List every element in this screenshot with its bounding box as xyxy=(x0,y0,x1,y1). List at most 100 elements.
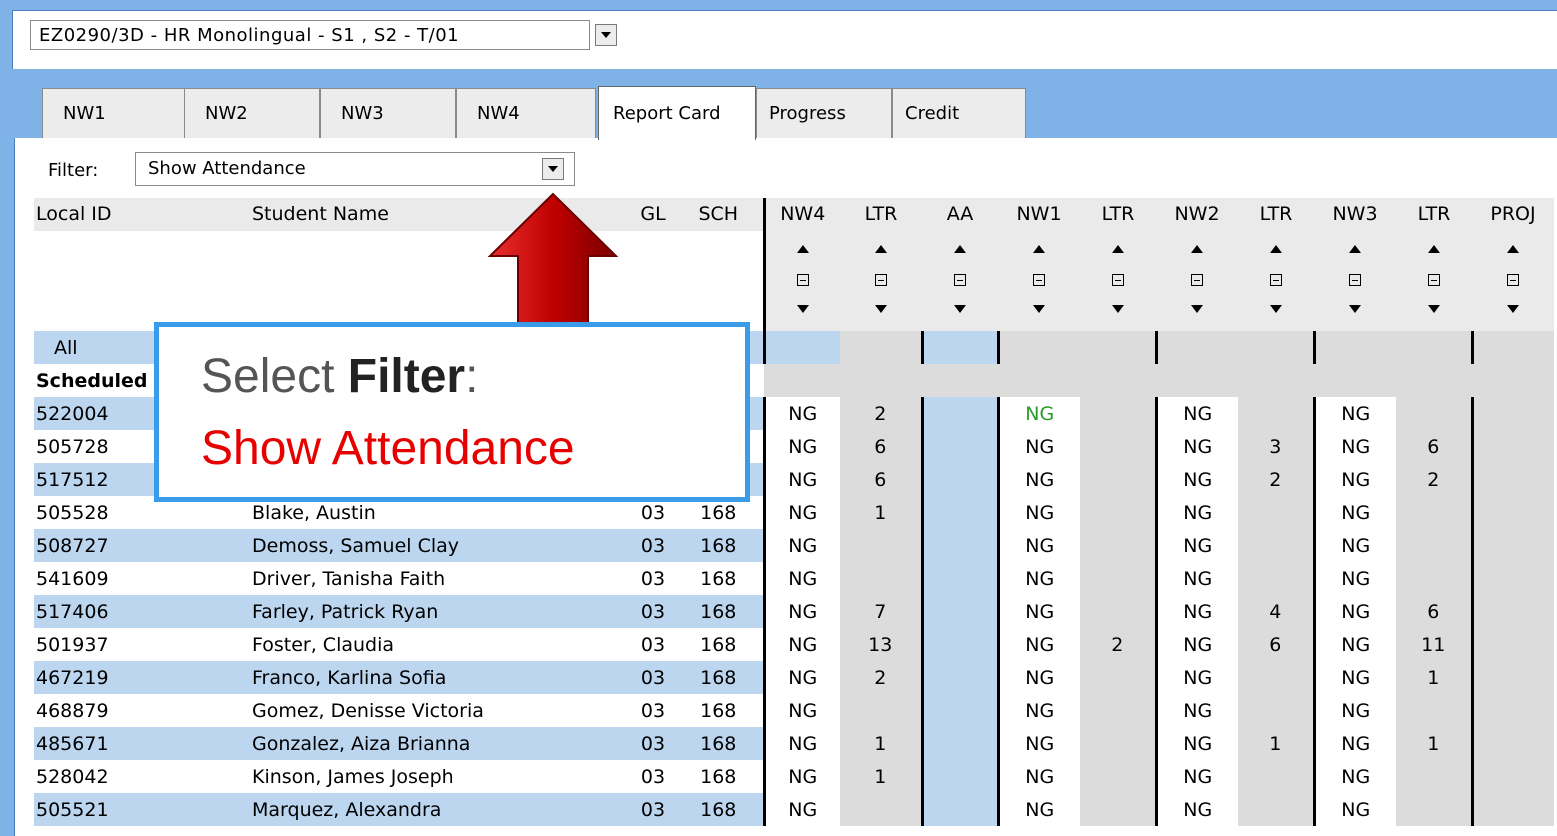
nw2-cell[interactable]: NG xyxy=(1154,496,1238,529)
ltr-cell[interactable]: 1 xyxy=(840,727,922,760)
ltr-cell[interactable]: 6 xyxy=(840,430,922,463)
nw4-cell[interactable]: NG xyxy=(762,397,840,430)
nw3-cell[interactable]: NG xyxy=(1312,694,1396,727)
ltr-cell[interactable]: 11 xyxy=(1396,628,1472,661)
header-ltr[interactable]: LTR xyxy=(1080,198,1156,231)
school-cell[interactable]: 168 xyxy=(674,760,764,793)
ltr-cell[interactable]: 1 xyxy=(1396,727,1472,760)
ltr-cell[interactable]: 1 xyxy=(1396,661,1472,694)
ltr-cell[interactable] xyxy=(1396,529,1472,562)
grade-level-cell[interactable]: 03 xyxy=(632,595,674,628)
tab-nw2[interactable]: NW2 xyxy=(184,88,320,138)
ltr-cell[interactable] xyxy=(1080,463,1156,496)
ltr-cell[interactable]: 6 xyxy=(840,463,922,496)
aa-cell[interactable] xyxy=(920,760,998,793)
ltr-cell[interactable]: 2 xyxy=(1080,628,1156,661)
nw1-cell[interactable]: NG xyxy=(996,727,1080,760)
nw2-cell[interactable]: NG xyxy=(1154,628,1238,661)
nw3-cell[interactable]: NG xyxy=(1312,463,1396,496)
nw4-cell[interactable]: NG xyxy=(762,760,840,793)
proj-cell[interactable] xyxy=(1470,496,1554,529)
table-row[interactable]: 467219 Franco, Karlina Sofia 03 168 NG 2 NG NG N… xyxy=(34,661,1554,694)
sort-down-icon[interactable] xyxy=(1349,305,1361,313)
local-id-cell[interactable]: 467219 xyxy=(34,661,226,694)
header-local-id[interactable]: Local ID xyxy=(34,198,226,231)
ltr-cell[interactable]: 2 xyxy=(840,397,922,430)
ltr-cell[interactable]: 2 xyxy=(1238,463,1314,496)
collapse-icon[interactable] xyxy=(1191,273,1203,286)
grade-level-cell[interactable]: 03 xyxy=(632,694,674,727)
ltr-cell[interactable]: 6 xyxy=(1238,628,1314,661)
sort-down-icon[interactable] xyxy=(1270,305,1282,313)
table-row[interactable]: 517406 Farley, Patrick Ryan 03 168 NG 7 NG NG 4 N… xyxy=(34,595,1554,628)
filter-dropdown-button[interactable] xyxy=(542,158,564,180)
sort-up-icon[interactable] xyxy=(1349,245,1361,253)
proj-cell[interactable] xyxy=(1470,727,1554,760)
table-row[interactable]: 508727 Demoss, Samuel Clay 03 168 NG NG NG NG xyxy=(34,529,1554,562)
ltr-cell[interactable] xyxy=(1080,694,1156,727)
sort-controls[interactable] xyxy=(1080,231,1156,331)
ltr-cell[interactable] xyxy=(1396,793,1472,826)
nw1-cell[interactable]: NG xyxy=(996,562,1080,595)
collapse-icon[interactable] xyxy=(1112,273,1124,286)
nw1-cell[interactable]: NG xyxy=(996,463,1080,496)
sort-controls[interactable] xyxy=(998,231,1080,331)
header-nw1[interactable]: NW1 xyxy=(998,198,1080,231)
filter-select[interactable]: Show Attendance xyxy=(135,152,575,186)
nw4-cell[interactable]: NG xyxy=(762,793,840,826)
proj-cell[interactable] xyxy=(1470,793,1554,826)
nw4-cell[interactable]: NG xyxy=(762,562,840,595)
sort-up-icon[interactable] xyxy=(1191,245,1203,253)
sort-controls[interactable] xyxy=(1156,231,1238,331)
sort-up-icon[interactable] xyxy=(1428,245,1440,253)
sort-controls[interactable] xyxy=(762,231,840,331)
local-id-cell[interactable]: 501937 xyxy=(34,628,226,661)
school-cell[interactable]: 168 xyxy=(674,793,764,826)
proj-cell[interactable] xyxy=(1470,397,1554,430)
sort-down-icon[interactable] xyxy=(1191,305,1203,313)
proj-cell[interactable] xyxy=(1470,529,1554,562)
student-name-cell[interactable]: Gomez, Denisse Victoria xyxy=(226,694,632,727)
aa-cell[interactable] xyxy=(920,463,998,496)
grade-level-cell[interactable]: 03 xyxy=(632,529,674,562)
proj-cell[interactable] xyxy=(1470,463,1554,496)
proj-cell[interactable] xyxy=(1470,430,1554,463)
nw1-cell[interactable]: NG xyxy=(996,661,1080,694)
aa-cell[interactable] xyxy=(920,496,998,529)
nw1-cell[interactable]: NG xyxy=(996,628,1080,661)
nw2-cell[interactable]: NG xyxy=(1154,793,1238,826)
nw1-cell[interactable]: NG xyxy=(996,793,1080,826)
sort-up-icon[interactable] xyxy=(1270,245,1282,253)
sort-up-icon[interactable] xyxy=(875,245,887,253)
nw2-cell[interactable]: NG xyxy=(1154,727,1238,760)
ltr-cell[interactable]: 13 xyxy=(840,628,922,661)
nw2-cell[interactable]: NG xyxy=(1154,463,1238,496)
local-id-cell[interactable]: 505521 xyxy=(34,793,226,826)
nw3-cell[interactable]: NG xyxy=(1312,727,1396,760)
grade-level-cell[interactable]: 03 xyxy=(632,661,674,694)
nw3-cell[interactable]: NG xyxy=(1312,595,1396,628)
sort-controls[interactable] xyxy=(1396,231,1472,331)
nw4-cell[interactable]: NG xyxy=(762,694,840,727)
aa-cell[interactable] xyxy=(920,562,998,595)
nw3-cell[interactable]: NG xyxy=(1312,430,1396,463)
ltr-cell[interactable] xyxy=(840,529,922,562)
sort-up-icon[interactable] xyxy=(796,245,809,253)
tab-nw3[interactable]: NW3 xyxy=(320,88,456,138)
aa-cell[interactable] xyxy=(920,793,998,826)
school-cell[interactable]: 168 xyxy=(674,562,764,595)
tab-credit[interactable]: Credit xyxy=(892,88,1026,138)
collapse-icon[interactable] xyxy=(796,273,809,286)
aa-cell[interactable] xyxy=(920,727,998,760)
sort-controls[interactable] xyxy=(840,231,922,331)
collapse-icon[interactable] xyxy=(1270,273,1282,286)
collapse-icon[interactable] xyxy=(1349,273,1361,286)
header-sch[interactable]: SCH xyxy=(674,198,764,231)
nw3-cell[interactable]: NG xyxy=(1312,397,1396,430)
ltr-cell[interactable]: 1 xyxy=(840,760,922,793)
ltr-cell[interactable] xyxy=(1396,562,1472,595)
nw4-cell[interactable]: NG xyxy=(762,727,840,760)
student-name-cell[interactable]: Demoss, Samuel Clay xyxy=(226,529,632,562)
nw4-cell[interactable]: NG xyxy=(762,529,840,562)
section-dropdown-button[interactable] xyxy=(595,24,617,46)
